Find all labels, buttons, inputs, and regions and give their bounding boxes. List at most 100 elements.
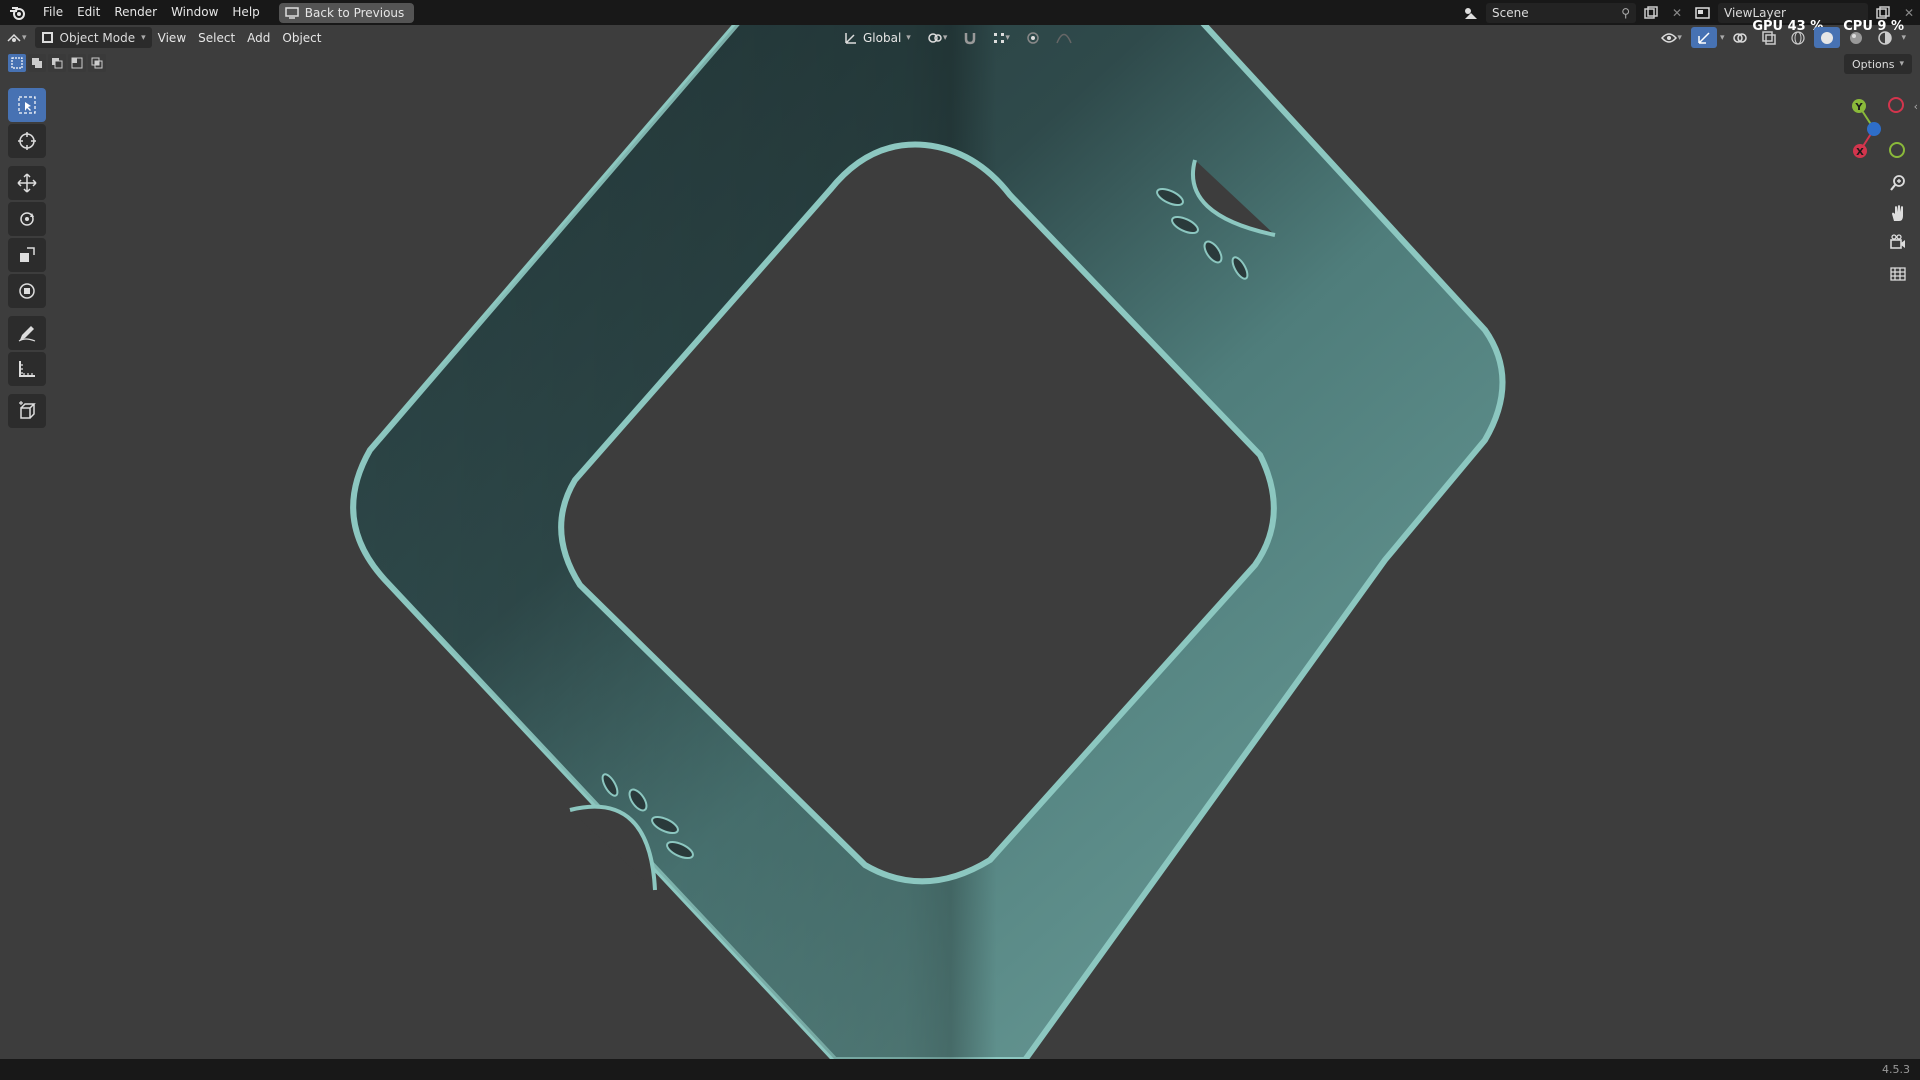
editor-type-button[interactable]: ▾: [0, 27, 33, 48]
menu-select[interactable]: Select: [192, 27, 241, 48]
solid-sphere-icon: [1821, 31, 1834, 44]
ruler-icon: [19, 361, 35, 377]
falloff-dropdown[interactable]: [1050, 27, 1078, 48]
proportional-icon: [1027, 31, 1039, 44]
chevron-down-icon[interactable]: ▾: [1720, 33, 1725, 43]
chevron-down-icon: ▾: [906, 32, 911, 43]
overlays-toggle[interactable]: [1727, 27, 1753, 48]
menu-help[interactable]: Help: [225, 0, 266, 25]
pin-icon[interactable]: ⚲: [1621, 6, 1630, 20]
falloff-curve-icon: [1056, 33, 1072, 43]
tool-move[interactable]: [8, 166, 46, 200]
blender-logo-icon[interactable]: [0, 0, 36, 25]
camera-icon: [1890, 234, 1905, 249]
menu-add[interactable]: Add: [241, 27, 276, 48]
solid-shading-button[interactable]: [1814, 27, 1841, 48]
chevron-down-icon: ▾: [141, 32, 146, 43]
scene-selector-icon[interactable]: [1460, 3, 1482, 23]
object-mode-icon: [41, 32, 53, 43]
options-dropdown[interactable]: Options ▾: [1844, 54, 1912, 74]
tool-rotate[interactable]: [8, 202, 46, 236]
chevron-down-icon: ▾: [1005, 32, 1010, 43]
negative-x-axis-handle[interactable]: [1888, 97, 1904, 113]
select-new-button[interactable]: [8, 54, 26, 72]
navigation-gizmo[interactable]: Y X: [1836, 94, 1906, 164]
tool-annotate[interactable]: [8, 316, 46, 350]
chevron-down-icon: ▾: [942, 32, 948, 43]
select-intersect-button[interactable]: [88, 54, 106, 72]
select-invert-icon: [71, 57, 83, 69]
new-scene-icon[interactable]: [1640, 3, 1662, 23]
pencil-icon: [18, 326, 36, 342]
magnet-icon: [965, 32, 976, 44]
select-extend-icon: [32, 58, 42, 68]
orientation-label: Global: [863, 30, 902, 45]
zoom-button[interactable]: [1884, 170, 1912, 196]
add-cube-icon: [19, 401, 36, 419]
pivot-point-dropdown[interactable]: ▾: [921, 27, 954, 48]
pivot-icon: [928, 32, 942, 43]
selection-mode-buttons: [8, 54, 106, 72]
xray-toggle[interactable]: [1756, 27, 1782, 48]
viewport-header: ▾ Object Mode ▾ View Select Add Object G…: [0, 25, 1920, 50]
rendered-sphere-icon: [1878, 30, 1893, 45]
chevron-down-icon[interactable]: ▾: [1901, 33, 1906, 43]
rotate-icon: [20, 212, 34, 226]
gizmo-toggle[interactable]: [1690, 27, 1717, 48]
menu-window[interactable]: Window: [164, 0, 225, 25]
version-label: 4.5.3: [1882, 1063, 1910, 1076]
hand-icon: [1892, 205, 1903, 221]
tool-cursor[interactable]: [8, 124, 46, 158]
material-shading-button[interactable]: [1843, 27, 1869, 48]
viewlayer-name: ViewLayer: [1724, 5, 1786, 20]
menu-render[interactable]: Render: [107, 0, 164, 25]
tool-measure[interactable]: [8, 352, 46, 386]
tool-select-box[interactable]: [8, 88, 46, 122]
visibility-dropdown[interactable]: ▾: [1655, 27, 1688, 48]
material-sphere-icon: [1850, 31, 1863, 44]
camera-view-button[interactable]: [1884, 230, 1912, 256]
menu-edit[interactable]: Edit: [70, 0, 107, 25]
select-new-icon: [11, 57, 23, 69]
orientation-dropdown[interactable]: Global ▾: [838, 27, 917, 48]
wireframe-shading-button[interactable]: [1785, 27, 1811, 48]
select-invert-button[interactable]: [68, 54, 86, 72]
remove-scene-icon[interactable]: ✕: [1666, 3, 1688, 23]
eye-icon: [1661, 32, 1678, 43]
sidebar-toggle[interactable]: ‹: [1914, 100, 1918, 113]
chevron-down-icon: ▾: [1899, 59, 1904, 69]
z-axis-handle[interactable]: [1867, 122, 1881, 136]
navigation-buttons: [1884, 170, 1912, 286]
scene-field[interactable]: Scene ⚲: [1486, 2, 1636, 23]
pan-button[interactable]: [1884, 200, 1912, 226]
snap-target-dropdown[interactable]: ▾: [987, 27, 1016, 48]
menu-view[interactable]: View: [152, 27, 192, 48]
object-mode-dropdown[interactable]: Object Mode ▾: [34, 27, 152, 48]
chevron-down-icon: ▾: [22, 32, 27, 43]
screen-icon: [285, 6, 299, 19]
x-axis-label: X: [1856, 147, 1864, 158]
back-to-previous-label: Back to Previous: [304, 5, 405, 20]
menu-object[interactable]: Object: [276, 27, 327, 48]
zoom-icon: [1890, 175, 1905, 191]
select-extend-button[interactable]: [28, 54, 46, 72]
gizmo-icon: [1698, 31, 1710, 44]
overlay-icon: [1733, 32, 1748, 43]
tool-transform[interactable]: [8, 274, 46, 308]
rendered-shading-button[interactable]: [1872, 27, 1898, 48]
proportional-editing-toggle[interactable]: [1020, 27, 1046, 48]
tool-scale[interactable]: [8, 238, 46, 272]
viewlayer-selector-icon[interactable]: [1692, 3, 1714, 23]
negative-y-axis-handle[interactable]: [1889, 142, 1905, 158]
wireframe-sphere-icon: [1791, 30, 1806, 45]
back-to-previous-button[interactable]: Back to Previous: [278, 2, 415, 23]
viewport-3d[interactable]: [0, 0, 1920, 1080]
tool-add-cube[interactable]: [8, 394, 46, 428]
cursor-icon: [18, 132, 36, 150]
snap-toggle[interactable]: [957, 27, 983, 48]
menu-file[interactable]: File: [36, 0, 70, 25]
select-subtract-button[interactable]: [48, 54, 66, 72]
perspective-toggle-button[interactable]: [1884, 260, 1912, 286]
snap-grid-icon: [994, 32, 1005, 43]
frame-object[interactable]: [350, 17, 1506, 1063]
